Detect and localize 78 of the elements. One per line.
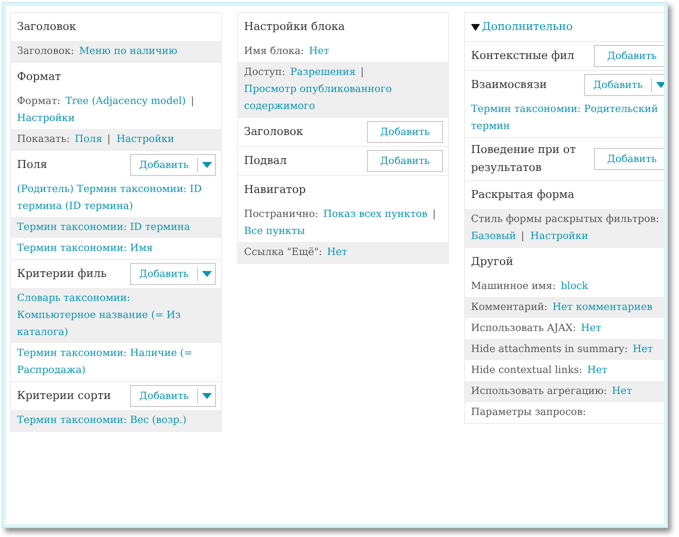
- setting-link[interactable]: Все пункты: [244, 223, 306, 240]
- section-title: Формат: [17, 69, 62, 85]
- dropdown-toggle[interactable]: [651, 78, 664, 92]
- setting-link[interactable]: Настройки: [17, 110, 75, 127]
- section-title: Раскрытая форма: [471, 187, 576, 203]
- setting-link[interactable]: Термин таксономии: Наличие (= Распродажа): [17, 345, 210, 379]
- caret-icon: [656, 82, 664, 88]
- section-title: Взаимосвязи: [471, 77, 548, 93]
- separator: |: [107, 134, 110, 145]
- setting-link[interactable]: Разрешения: [290, 64, 356, 81]
- setting-link[interactable]: Словарь таксономии: Компьютерное название (= Из каталога): [17, 290, 210, 341]
- setting-label: Доступ:: [244, 67, 286, 78]
- setting-label: Постранично:: [244, 209, 318, 220]
- setting-link[interactable]: (Родитель) Термин таксономии: ID термина (ID термина): [17, 181, 210, 215]
- add-button[interactable]: Добавить: [131, 155, 197, 175]
- setting-label: Ссылка "Ещё":: [244, 247, 322, 258]
- setting-link[interactable]: Просмотр опубликованного содержимого: [244, 81, 437, 115]
- section-title: Заголовок: [17, 19, 78, 35]
- dropdown-toggle[interactable]: [197, 267, 215, 281]
- add-button[interactable]: Добавить: [594, 45, 664, 67]
- setting-label: Hide contextual links:: [471, 365, 582, 376]
- section-toggle[interactable]: Дополнительно: [471, 18, 573, 36]
- section-title: Настройки блока: [244, 19, 346, 35]
- setting-link[interactable]: Показ всех пунктов: [323, 206, 428, 223]
- section-title: Контекстные фил: [471, 48, 576, 64]
- setting-link[interactable]: Термин таксономии: Родительский термин: [471, 101, 664, 135]
- separator: |: [521, 231, 524, 242]
- setting-link[interactable]: Поля: [74, 131, 102, 148]
- section-title: Другой: [471, 254, 514, 270]
- setting-label: Показать:: [17, 134, 70, 145]
- add-button[interactable]: Добавить: [367, 121, 443, 143]
- setting-label: Стиль формы раскрытых фильтров:: [471, 214, 660, 225]
- setting-label: Имя блока:: [244, 46, 304, 57]
- setting-link[interactable]: Нет: [632, 341, 653, 358]
- section-title: Критерии сорти: [17, 388, 112, 404]
- setting-label: Hide attachments in summary:: [471, 344, 628, 355]
- setting-link[interactable]: Меню по наличию: [79, 43, 178, 60]
- setting-link[interactable]: Нет: [612, 383, 632, 400]
- setting-link[interactable]: block: [560, 278, 588, 295]
- setting-label: Использовать AJAX:: [471, 323, 576, 334]
- add-button[interactable]: Добавить: [594, 148, 664, 170]
- section-title: Поля: [17, 157, 48, 173]
- section-title: Навигатор: [244, 182, 307, 198]
- setting-link[interactable]: Базовый: [471, 228, 516, 245]
- triangle-icon: [471, 24, 480, 30]
- setting-link[interactable]: Термин таксономии: Имя: [17, 240, 153, 257]
- setting-link[interactable]: Tree (Adjacency model): [65, 93, 186, 110]
- separator: |: [360, 67, 364, 78]
- setting-label: Комментарий:: [471, 302, 548, 313]
- setting-label: Использовать агрегацию:: [471, 386, 607, 397]
- setting-link[interactable]: Настройки: [530, 228, 588, 245]
- dropdown-toggle[interactable]: [197, 389, 215, 403]
- setting-link[interactable]: Нет: [580, 320, 602, 337]
- section-title: Заголовок: [244, 124, 304, 140]
- setting-link[interactable]: Нет: [327, 244, 348, 261]
- add-button[interactable]: Добавить: [131, 264, 197, 284]
- separator: |: [432, 209, 436, 220]
- section-title: Критерии филь: [17, 266, 108, 282]
- caret-icon: [202, 271, 212, 277]
- setting-link[interactable]: Настройки: [116, 131, 174, 148]
- setting-link[interactable]: Термин таксономии: ID термина: [17, 219, 190, 236]
- setting-label: Машинное имя:: [471, 281, 556, 292]
- setting-label: Заголовок:: [17, 46, 74, 57]
- add-button[interactable]: Добавить: [585, 75, 651, 95]
- caret-icon: [202, 162, 212, 168]
- add-button[interactable]: Добавить: [367, 150, 443, 172]
- separator: |: [190, 96, 194, 107]
- dropdown-toggle[interactable]: [197, 158, 215, 172]
- setting-link[interactable]: Термин таксономии: Вес (возр.): [17, 412, 187, 429]
- caret-icon: [202, 393, 212, 399]
- setting-link[interactable]: Нет комментариев: [552, 299, 652, 316]
- setting-link[interactable]: Нет: [308, 43, 330, 60]
- section-title: Поведение при от результатов: [471, 142, 577, 176]
- add-button[interactable]: Добавить: [131, 386, 197, 406]
- setting-label: Параметры запросов:: [471, 407, 586, 418]
- setting-link[interactable]: Нет: [587, 362, 608, 379]
- setting-label: Формат:: [17, 96, 60, 107]
- section-title: Подвал: [244, 153, 288, 169]
